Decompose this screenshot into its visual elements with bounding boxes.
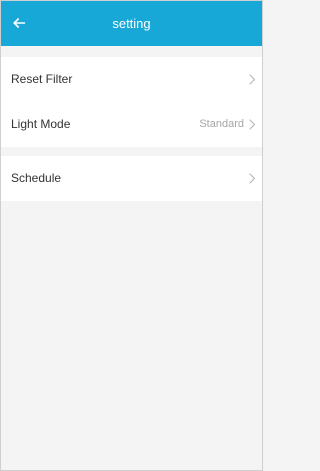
page-title: setting bbox=[112, 16, 151, 31]
settings-group-primary: Reset Filter Light Mode Standard bbox=[1, 57, 262, 147]
schedule-row[interactable]: Schedule bbox=[1, 156, 262, 201]
settings-group-secondary: Schedule bbox=[1, 156, 262, 201]
top-app-bar: setting bbox=[1, 1, 262, 46]
light-mode-label: Light Mode bbox=[11, 117, 71, 131]
chevron-right-icon bbox=[249, 119, 256, 130]
settings-screen: setting Reset Filter Light Mode Standard… bbox=[0, 0, 263, 471]
reset-filter-row[interactable]: Reset Filter bbox=[1, 57, 262, 102]
light-mode-value: Standard bbox=[199, 118, 244, 130]
chevron-right-icon bbox=[249, 74, 256, 85]
light-mode-row[interactable]: Light Mode Standard bbox=[1, 102, 262, 147]
schedule-label: Schedule bbox=[11, 171, 62, 185]
chevron-right-icon bbox=[249, 173, 256, 184]
reset-filter-label: Reset Filter bbox=[11, 72, 73, 86]
